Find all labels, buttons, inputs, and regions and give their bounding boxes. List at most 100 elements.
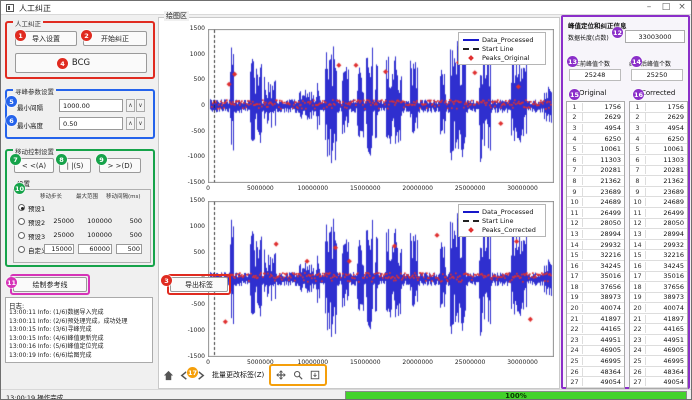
peak-table-row[interactable]: 2244165 bbox=[630, 324, 687, 335]
peak-table-row[interactable]: 923689 bbox=[567, 187, 624, 198]
peak-row-index: 10 bbox=[630, 198, 646, 206]
peak-table-row[interactable]: 1532216 bbox=[630, 250, 687, 261]
peak-table-row[interactable]: 2446905 bbox=[630, 346, 687, 357]
peak-table-row[interactable]: 1532216 bbox=[567, 250, 624, 261]
corrected-peaks-table[interactable]: 1175622629349544625051006161130372028182… bbox=[629, 101, 688, 389]
group-title-peak-params: 寻峰参数设置 bbox=[13, 86, 56, 96]
peak-row-index: 5 bbox=[630, 145, 646, 153]
export-figure-icon[interactable] bbox=[308, 367, 322, 383]
legend-dash-sample bbox=[463, 220, 479, 222]
peak-row-value: 28050 bbox=[646, 219, 687, 227]
minimize-button[interactable]: – bbox=[641, 1, 657, 14]
peak-table-row[interactable]: 2141897 bbox=[567, 314, 624, 325]
preset-value: 25000 bbox=[44, 217, 74, 225]
peak-table-row[interactable]: 2040074 bbox=[630, 303, 687, 314]
batch-edit-labels-button[interactable]: 批量更改标签(Z) bbox=[212, 370, 264, 380]
peak-table-row[interactable]: 2648364 bbox=[630, 367, 687, 378]
preset-value-input[interactable]: 15000 bbox=[44, 244, 74, 254]
zoom-icon[interactable] bbox=[291, 367, 305, 383]
peak-table-row[interactable]: 1634245 bbox=[630, 261, 687, 272]
min-interval-spin-up-icon[interactable]: ∧ bbox=[126, 99, 135, 112]
maximize-button[interactable]: □ bbox=[658, 1, 674, 14]
preset-radio[interactable] bbox=[18, 246, 25, 253]
draw-reference-line-button[interactable]: 绘制参考线 bbox=[13, 277, 87, 292]
peak-table-row[interactable]: 510061 bbox=[630, 144, 687, 155]
peak-table-row[interactable]: 34954 bbox=[630, 123, 687, 134]
close-button[interactable]: × bbox=[674, 1, 690, 14]
min-height-input[interactable]: 0.50 bbox=[59, 117, 123, 130]
pan-icon[interactable] bbox=[274, 367, 288, 383]
x-tick-label: 5000000 bbox=[230, 185, 290, 192]
peak-table-row[interactable]: 1837656 bbox=[567, 282, 624, 293]
peak-table-row[interactable]: 1228050 bbox=[567, 219, 624, 230]
peak-table-row[interactable]: 1328994 bbox=[630, 229, 687, 240]
annotation-badge-16: 16 bbox=[633, 89, 644, 100]
preset-value-input[interactable]: 60000 bbox=[78, 244, 112, 254]
start-correction-button[interactable]: 开始纠正 bbox=[83, 31, 147, 46]
peak-table-row[interactable]: 1938973 bbox=[567, 293, 624, 304]
min-height-spin-up-icon[interactable]: ∧ bbox=[126, 117, 135, 130]
peak-table-row[interactable]: 2749054 bbox=[630, 377, 687, 388]
peak-table-row[interactable]: 22629 bbox=[567, 113, 624, 124]
peak-table-row[interactable]: 2344951 bbox=[567, 335, 624, 346]
peak-table-row[interactable]: 720281 bbox=[630, 166, 687, 177]
peak-table-row[interactable]: 2040074 bbox=[567, 303, 624, 314]
peak-table-row[interactable]: 1429932 bbox=[630, 240, 687, 251]
preset-value-input[interactable]: 500 bbox=[116, 244, 142, 254]
peak-row-index: 8 bbox=[630, 177, 646, 185]
peak-table-row[interactable]: 1735016 bbox=[567, 272, 624, 283]
min-interval-input[interactable]: 1000.00 bbox=[59, 99, 123, 112]
peak-table-row[interactable]: 720281 bbox=[567, 166, 624, 177]
peak-table-row[interactable]: 611303 bbox=[567, 155, 624, 166]
peak-table-row[interactable]: 1735016 bbox=[630, 272, 687, 283]
original-peaks-table[interactable]: 1175622629349544625051006161130372028182… bbox=[566, 101, 625, 389]
peak-table-row[interactable]: 1126499 bbox=[630, 208, 687, 219]
annotation-badge-12: 12 bbox=[612, 27, 623, 38]
peak-table-row[interactable]: 1429932 bbox=[567, 240, 624, 251]
peak-table-row[interactable]: 1126499 bbox=[567, 208, 624, 219]
peak-table-row[interactable]: 2546995 bbox=[567, 356, 624, 367]
peak-table-row[interactable]: 2244165 bbox=[567, 324, 624, 335]
x-tick-label: 10000000 bbox=[283, 185, 343, 192]
peak-table-row[interactable]: 611303 bbox=[630, 155, 687, 166]
peak-table-row[interactable]: 1024689 bbox=[567, 197, 624, 208]
peak-table-row[interactable]: 34954 bbox=[567, 123, 624, 134]
peak-row-index: 21 bbox=[630, 315, 646, 323]
peak-table-row[interactable]: 2344951 bbox=[630, 335, 687, 346]
peak-table-row[interactable]: 46250 bbox=[630, 134, 687, 145]
peak-table-row[interactable]: 2141897 bbox=[630, 314, 687, 325]
peak-table-row[interactable]: 2749054 bbox=[567, 377, 624, 388]
peak-params-group: 寻峰参数设置 最小间隔 1000.00 ∧ ∨ 最小高度 0.50 ∧ ∨ bbox=[5, 89, 155, 139]
min-height-spin-down-icon[interactable]: ∨ bbox=[136, 117, 145, 130]
preset-row: 预设325000100000500 bbox=[14, 229, 152, 242]
preset-radio[interactable] bbox=[18, 232, 25, 239]
peak-table-row[interactable]: 1634245 bbox=[567, 261, 624, 272]
peak-table-row[interactable]: 1837656 bbox=[630, 282, 687, 293]
peak-table-row[interactable]: 11756 bbox=[567, 102, 624, 113]
peak-table-row[interactable]: 1228050 bbox=[630, 219, 687, 230]
preset-radio[interactable] bbox=[18, 204, 25, 211]
peak-table-row[interactable]: 2648364 bbox=[567, 367, 624, 378]
y-tick-label: 500 bbox=[173, 249, 205, 256]
peak-table-row[interactable]: 821362 bbox=[567, 176, 624, 187]
preset-col-header: 移动步长 bbox=[40, 192, 62, 200]
peak-table-row[interactable]: 821362 bbox=[630, 176, 687, 187]
peak-table-row[interactable]: 510061 bbox=[567, 144, 624, 155]
home-icon[interactable] bbox=[161, 367, 175, 383]
peak-table-row[interactable]: 2446905 bbox=[567, 346, 624, 357]
peak-row-value: 24689 bbox=[583, 198, 624, 206]
peak-table-row[interactable]: 1024689 bbox=[630, 197, 687, 208]
export-labels-button[interactable]: 导出标签 bbox=[170, 277, 228, 292]
peak-table-row[interactable]: 1328994 bbox=[567, 229, 624, 240]
peak-table-row[interactable]: 2546995 bbox=[630, 356, 687, 367]
peak-table-row[interactable]: 46250 bbox=[567, 134, 624, 145]
peak-table-row[interactable]: 1938973 bbox=[630, 293, 687, 304]
peak-table-row[interactable]: 22629 bbox=[630, 113, 687, 124]
peak-table-row[interactable]: 11756 bbox=[630, 102, 687, 113]
min-interval-spin-down-icon[interactable]: ∨ bbox=[136, 99, 145, 112]
peak-row-index: 8 bbox=[567, 177, 583, 185]
peak-table-row[interactable]: 923689 bbox=[630, 187, 687, 198]
bcg-mode-button[interactable]: BCG bbox=[15, 53, 147, 73]
preset-radio[interactable] bbox=[18, 218, 25, 225]
y-tick-label: 1500 bbox=[173, 25, 205, 32]
